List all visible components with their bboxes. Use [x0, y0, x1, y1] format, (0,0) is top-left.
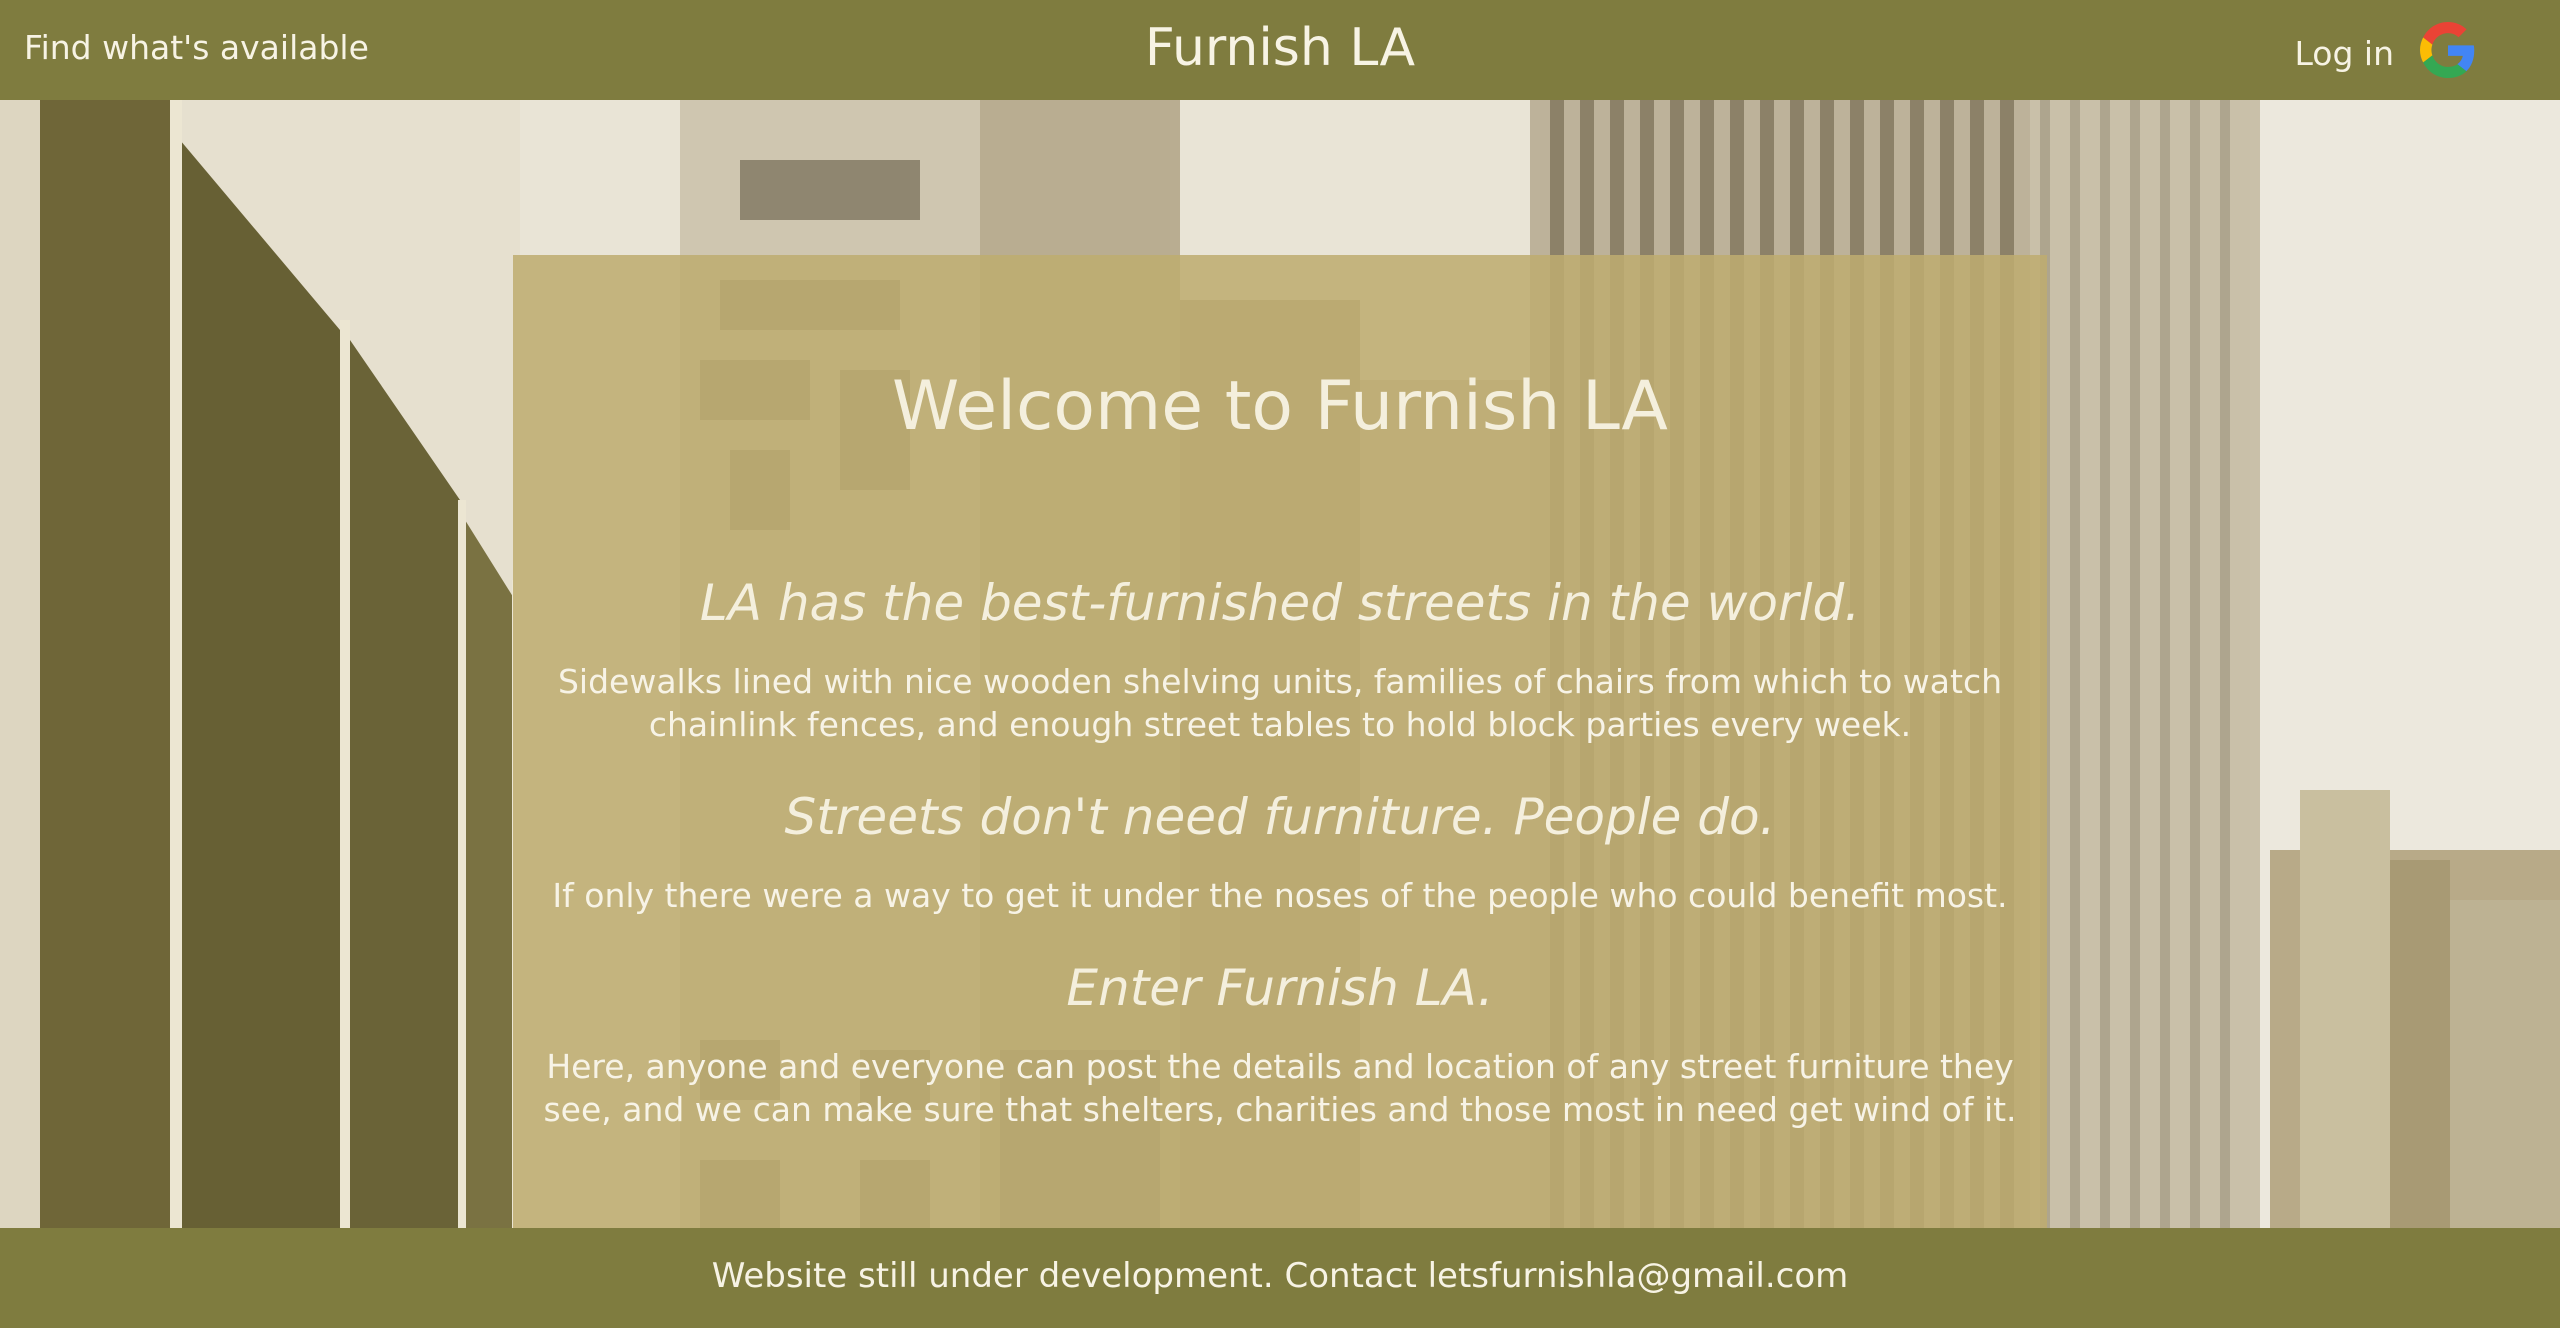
- google-icon: [2420, 22, 2475, 78]
- login-label: Log in: [2294, 33, 2394, 73]
- hero-section: Welcome to Furnish LA LA has the best-fu…: [0, 100, 2560, 1228]
- section1-heading: LA has the best-furnished streets in the…: [699, 574, 1861, 632]
- section1-text: Sidewalks lined with nice wooden shelvin…: [557, 662, 2003, 744]
- footer-bar: Website still under development. Contact…: [0, 1228, 2560, 1328]
- section3-text: Here, anyone and everyone can post the d…: [543, 1047, 2017, 1129]
- section3-heading: Enter Furnish LA.: [1066, 959, 1494, 1017]
- login-button[interactable]: Log in: [2294, 22, 2476, 78]
- top-nav-bar: Find what's available Furnish LA Log in: [0, 0, 2560, 100]
- welcome-heading: Welcome to Furnish LA: [892, 367, 1668, 446]
- intro-panel: Welcome to Furnish LA LA has the best-fu…: [513, 255, 2047, 1228]
- site-title[interactable]: Furnish LA: [0, 18, 2560, 78]
- section2-text: If only there were a way to get it under…: [552, 876, 2008, 915]
- section2-heading: Streets don't need furniture. People do.: [784, 788, 1776, 846]
- footer-contact-text: Website still under development. Contact…: [711, 1256, 1849, 1296]
